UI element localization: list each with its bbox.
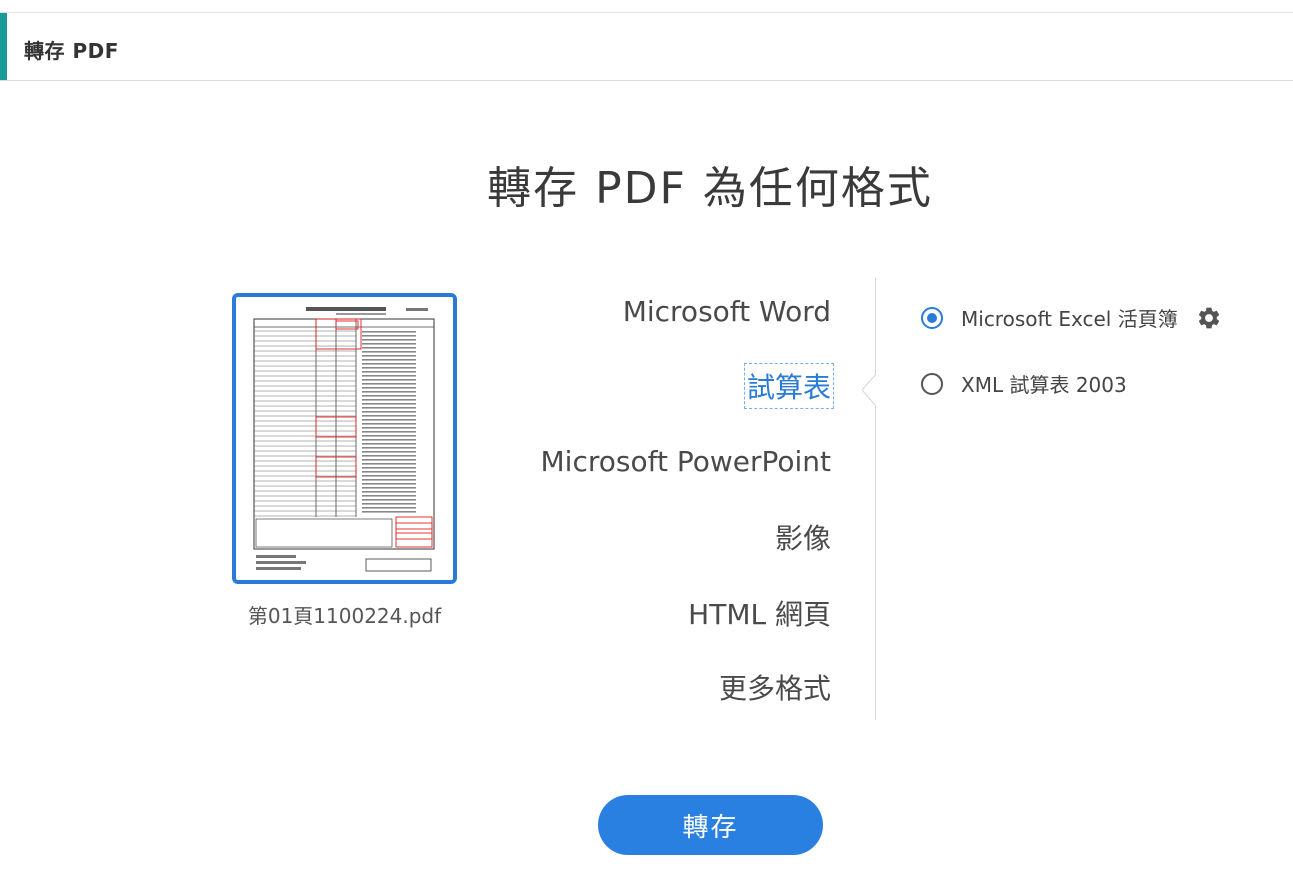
- format-option-spreadsheet[interactable]: 試算表: [743, 363, 835, 409]
- document-preview-image: [236, 297, 453, 580]
- gear-icon[interactable]: [1196, 305, 1222, 331]
- radio-xml-spreadsheet[interactable]: [921, 372, 943, 395]
- option-xml-spreadsheet[interactable]: XML 試算表 2003: [921, 369, 1127, 398]
- option-excel-workbook-label: Microsoft Excel 活頁簿: [961, 307, 1178, 331]
- tool-title: 轉存 PDF: [24, 39, 119, 63]
- file-name-label: 第01頁1100224.pdf: [247, 604, 442, 628]
- radio-excel-workbook[interactable]: [921, 306, 943, 329]
- option-excel-workbook[interactable]: Microsoft Excel 活頁簿: [921, 303, 1222, 332]
- format-option-image[interactable]: 影像: [775, 517, 831, 557]
- format-option-more[interactable]: 更多格式: [719, 667, 831, 707]
- document-thumbnail[interactable]: [232, 293, 457, 584]
- header-accent-marker: [0, 13, 7, 80]
- format-option-word[interactable]: Microsoft Word: [623, 295, 831, 328]
- format-option-html[interactable]: HTML 網頁: [688, 593, 831, 633]
- page-title: 轉存 PDF 為任何格式: [487, 163, 933, 214]
- convert-button[interactable]: 轉存: [598, 795, 823, 855]
- selection-caret: [862, 374, 884, 406]
- format-option-powerpoint[interactable]: Microsoft PowerPoint: [541, 445, 832, 478]
- panel-divider: [875, 278, 876, 720]
- header-bar: 轉存 PDF: [0, 12, 1293, 81]
- option-xml-spreadsheet-label: XML 試算表 2003: [961, 373, 1127, 397]
